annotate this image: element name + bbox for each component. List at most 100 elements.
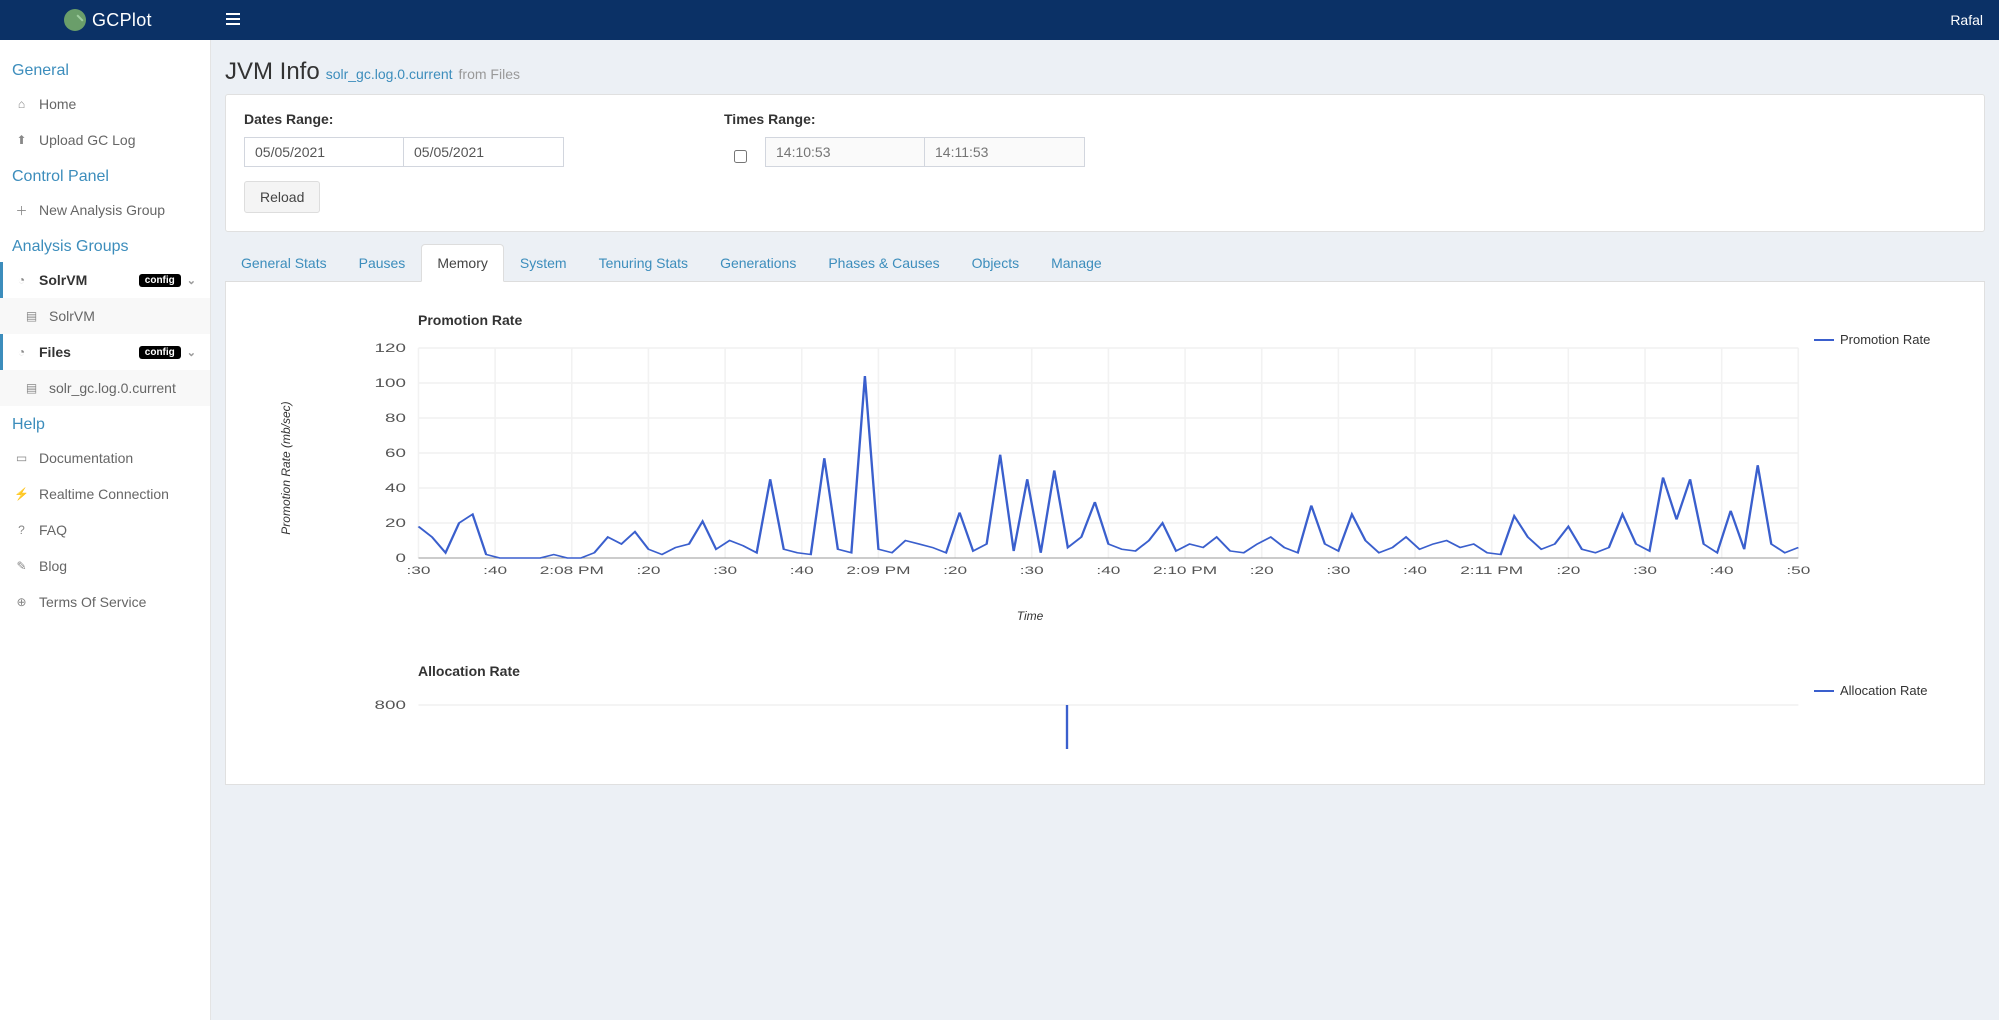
- svg-text:60: 60: [385, 447, 406, 460]
- page-title-text: JVM Info: [225, 58, 320, 86]
- chart-title: Promotion Rate: [418, 312, 1814, 328]
- reload-button[interactable]: Reload: [244, 181, 320, 213]
- app-name: GCPlot: [92, 10, 152, 31]
- logo[interactable]: GCPlot: [0, 9, 211, 31]
- legend-swatch: [1814, 690, 1834, 692]
- page-subtitle: solr_gc.log.0.current: [326, 66, 453, 82]
- svg-text::40: :40: [483, 565, 507, 577]
- topbar: GCPlot Rafal: [0, 0, 1999, 40]
- range-panel: Dates Range: Times Range: Reload: [225, 94, 1985, 232]
- svg-text:40: 40: [385, 482, 406, 495]
- sidebar-item-label: Terms Of Service: [39, 594, 146, 610]
- allocation-chart: Allocation Rate 800 Allocation Rate: [246, 663, 1964, 754]
- sidebar-item-files[interactable]: ◔ Files config ⌄: [0, 334, 210, 370]
- page-subtitle-suffix: from Files: [459, 66, 520, 82]
- sidebar-item-blog[interactable]: ✎ Blog: [0, 548, 210, 584]
- book-icon: ▭: [14, 451, 29, 466]
- sidebar-item-label: Documentation: [39, 450, 133, 466]
- svg-text::40: :40: [1710, 565, 1734, 577]
- time-to-input[interactable]: [925, 137, 1085, 167]
- server-icon: ▤: [24, 309, 39, 324]
- sidebar-item-right: config ⌄: [139, 274, 196, 287]
- svg-text::20: :20: [636, 565, 660, 577]
- tab-system[interactable]: System: [504, 244, 583, 282]
- svg-text:80: 80: [385, 412, 406, 425]
- sidebar-item-solrvm[interactable]: ◔ SolrVM config ⌄: [0, 262, 210, 298]
- svg-text::30: :30: [407, 565, 431, 577]
- legend-item[interactable]: Promotion Rate: [1814, 332, 1964, 347]
- chart-title: Allocation Rate: [418, 663, 1814, 679]
- pie-icon: ◔: [14, 273, 29, 288]
- sidebar-item-solrvm-child[interactable]: ▤ SolrVM: [0, 298, 210, 334]
- svg-text:120: 120: [375, 342, 407, 355]
- page-title: JVM Info solr_gc.log.0.current from File…: [225, 54, 1985, 94]
- upload-icon: ⬆: [14, 133, 29, 148]
- tab-phases[interactable]: Phases & Causes: [812, 244, 955, 282]
- svg-text::20: :20: [1556, 565, 1580, 577]
- promotion-chart: Promotion Rate Promotion Rate (mb/sec) 0…: [246, 312, 1964, 623]
- allocation-legend: Allocation Rate: [1814, 663, 1964, 754]
- sidebar-item-label: Realtime Connection: [39, 486, 169, 502]
- chevron-down-icon[interactable]: ⌄: [187, 274, 196, 287]
- server-icon: ▤: [24, 381, 39, 396]
- dates-range-col: Dates Range:: [244, 111, 564, 167]
- tab-objects[interactable]: Objects: [956, 244, 1035, 282]
- sidebar-item-label: Home: [39, 96, 76, 112]
- sidebar-item-realtime[interactable]: ⚡ Realtime Connection: [0, 476, 210, 512]
- sidebar-item-tos[interactable]: ⊕ Terms Of Service: [0, 584, 210, 620]
- svg-text:20: 20: [385, 517, 406, 530]
- chart-xlabel: Time: [246, 609, 1814, 623]
- tab-generations[interactable]: Generations: [704, 244, 812, 282]
- allocation-chart-svg[interactable]: 800: [246, 689, 1814, 749]
- promotion-chart-svg[interactable]: 020406080100120:30:402:08 PM:20:30:402:0…: [246, 338, 1814, 598]
- sidebar-item-right: config ⌄: [139, 346, 196, 359]
- tab-general-stats[interactable]: General Stats: [225, 244, 343, 282]
- sidebar-item-docs[interactable]: ▭ Documentation: [0, 440, 210, 476]
- dates-label: Dates Range:: [244, 111, 564, 127]
- sidebar-item-faq[interactable]: ? FAQ: [0, 512, 210, 548]
- svg-text::30: :30: [713, 565, 737, 577]
- svg-text::20: :20: [943, 565, 967, 577]
- sidebar-item-label: Blog: [39, 558, 67, 574]
- time-from-input[interactable]: [765, 137, 925, 167]
- globe-icon: ⊕: [14, 595, 29, 610]
- sidebar-item-logfile[interactable]: ▤ solr_gc.log.0.current: [0, 370, 210, 406]
- tab-pauses[interactable]: Pauses: [343, 244, 422, 282]
- user-menu[interactable]: Rafal: [1950, 12, 1983, 28]
- svg-text:2:10 PM: 2:10 PM: [1153, 565, 1217, 577]
- svg-text:2:08 PM: 2:08 PM: [540, 565, 604, 577]
- tab-tenuring[interactable]: Tenuring Stats: [583, 244, 705, 282]
- svg-text:800: 800: [375, 699, 407, 712]
- tab-manage[interactable]: Manage: [1035, 244, 1118, 282]
- sidebar-item-new-group[interactable]: ＋ New Analysis Group: [0, 192, 210, 228]
- config-badge[interactable]: config: [139, 346, 181, 359]
- sidebar-item-label: SolrVM: [49, 308, 95, 324]
- svg-text::50: :50: [1786, 565, 1810, 577]
- sidebar-heading-control: Control Panel: [0, 158, 210, 192]
- legend-label: Allocation Rate: [1840, 683, 1927, 698]
- question-icon: ?: [14, 523, 29, 538]
- date-from-input[interactable]: [244, 137, 404, 167]
- times-enable-checkbox[interactable]: [734, 150, 747, 163]
- legend-item[interactable]: Allocation Rate: [1814, 683, 1964, 698]
- menu-toggle-icon[interactable]: [211, 2, 255, 38]
- sidebar-item-label: New Analysis Group: [39, 202, 165, 218]
- svg-text::40: :40: [1096, 565, 1120, 577]
- tabs: General Stats Pauses Memory System Tenur…: [225, 244, 1985, 282]
- config-badge[interactable]: config: [139, 274, 181, 287]
- svg-text::30: :30: [1020, 565, 1044, 577]
- svg-text:2:09 PM: 2:09 PM: [846, 565, 910, 577]
- svg-text::30: :30: [1633, 565, 1657, 577]
- logo-icon: [64, 9, 86, 31]
- sidebar-item-upload[interactable]: ⬆ Upload GC Log: [0, 122, 210, 158]
- tab-memory[interactable]: Memory: [421, 244, 504, 282]
- home-icon: ⌂: [14, 97, 29, 112]
- chevron-down-icon[interactable]: ⌄: [187, 346, 196, 359]
- sidebar-item-home[interactable]: ⌂ Home: [0, 86, 210, 122]
- date-to-input[interactable]: [404, 137, 564, 167]
- legend-swatch: [1814, 339, 1834, 341]
- sidebar-heading-general: General: [0, 52, 210, 86]
- sidebar-item-label: Files: [39, 344, 71, 360]
- sidebar-heading-help: Help: [0, 406, 210, 440]
- svg-text::40: :40: [1403, 565, 1427, 577]
